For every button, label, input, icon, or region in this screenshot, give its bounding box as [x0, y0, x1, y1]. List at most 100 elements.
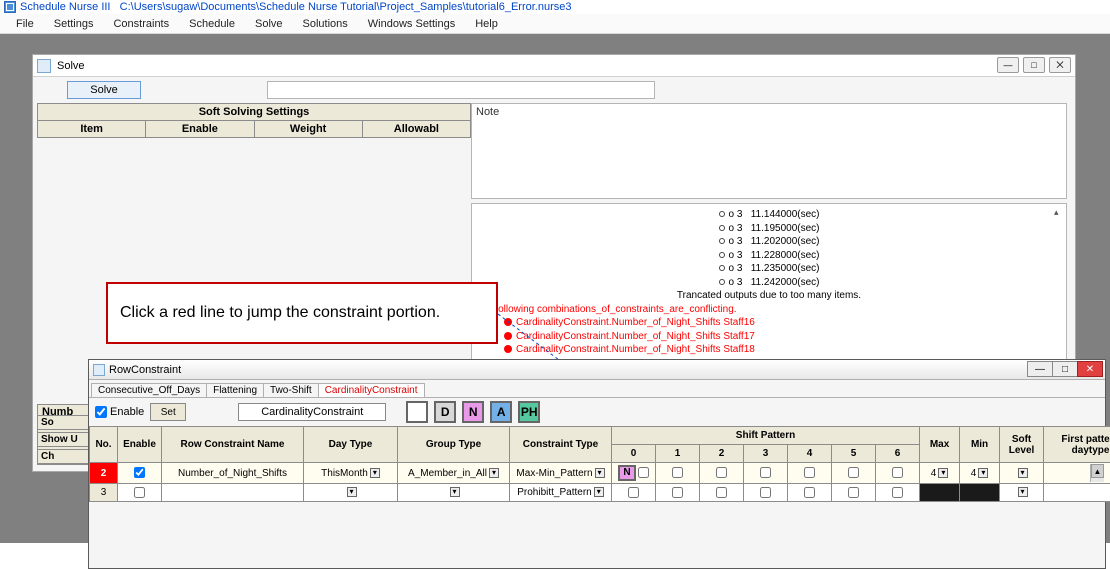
col-enable[interactable]: Enable	[118, 427, 162, 463]
solve-max-button[interactable]: □	[1023, 57, 1045, 73]
col-soft-level[interactable]: Soft Level	[1000, 427, 1044, 463]
col-sp-1[interactable]: 1	[656, 445, 700, 463]
row-sp5[interactable]	[832, 484, 876, 502]
col-min[interactable]: Min	[960, 427, 1000, 463]
menu-solutions[interactable]: Solutions	[293, 16, 358, 32]
tab-flattening[interactable]: Flattening	[206, 383, 264, 397]
row-name[interactable]: Number_of_Night_Shifts	[162, 463, 304, 484]
row-no[interactable]: 3	[90, 484, 118, 502]
row-sp4[interactable]	[788, 463, 832, 484]
menu-schedule[interactable]: Schedule	[179, 16, 245, 32]
soft-solving-settings: Soft Solving Settings Item Enable Weight…	[37, 103, 471, 138]
soft-col-enable[interactable]: Enable	[146, 121, 254, 137]
row-sp1[interactable]	[656, 484, 700, 502]
menu-constraints[interactable]: Constraints	[103, 16, 179, 32]
row-name[interactable]	[162, 484, 304, 502]
rc-min-button[interactable]: —	[1027, 361, 1053, 377]
row-grouptype[interactable]: ▾	[398, 484, 510, 502]
note-textarea[interactable]: Note	[471, 103, 1067, 199]
rc-set-button[interactable]: Set	[150, 403, 186, 421]
row-max[interactable]	[920, 484, 960, 502]
col-sp-3[interactable]: 3	[744, 445, 788, 463]
col-no[interactable]: No.	[90, 427, 118, 463]
grid-scrollbar[interactable]: ▲	[1090, 464, 1104, 482]
col-sp-5[interactable]: 5	[832, 445, 876, 463]
col-max[interactable]: Max	[920, 427, 960, 463]
shift-chip-d[interactable]: D	[434, 401, 456, 423]
rowconstraint-grid: No. Enable Row Constraint Name Day Type …	[89, 426, 1105, 502]
row-max[interactable]: 4▾	[920, 463, 960, 484]
row-daytype[interactable]: ▾	[304, 484, 398, 502]
menu-file[interactable]: File	[6, 16, 44, 32]
col-day-type[interactable]: Day Type	[304, 427, 398, 463]
tab-consecutive-off-days[interactable]: Consecutive_Off_Days	[91, 383, 207, 397]
shift-chip-n[interactable]: N	[462, 401, 484, 423]
row-sp2[interactable]	[700, 463, 744, 484]
conflict-header-line[interactable]: Following combinations_of_constraints_ar…	[480, 303, 1058, 317]
row-sp6[interactable]	[876, 463, 920, 484]
scroll-up-icon[interactable]: ▴	[1054, 206, 1064, 216]
row-daytype[interactable]: ThisMonth▾	[304, 463, 398, 484]
menu-help[interactable]: Help	[465, 16, 508, 32]
rc-enable-checkbox[interactable]: Enable	[95, 406, 144, 418]
row-sp6[interactable]	[876, 484, 920, 502]
soft-col-item[interactable]: Item	[38, 121, 146, 137]
row-sp5[interactable]	[832, 463, 876, 484]
col-sp-4[interactable]: 4	[788, 445, 832, 463]
app-title-path: C:\Users\sugaw\Documents\Schedule Nurse …	[120, 1, 572, 13]
conflict-line[interactable]: CardinalityConstraint.Number_of_Night_Sh…	[480, 316, 1058, 330]
dropdown-icon: ▾	[595, 468, 605, 478]
row-soft[interactable]: ▾	[1000, 463, 1044, 484]
row-soft[interactable]: ▾	[1000, 484, 1044, 502]
row-sp3[interactable]	[744, 463, 788, 484]
solve-min-button[interactable]: —	[997, 57, 1019, 73]
row-grouptype[interactable]: A_Member_in_All▾	[398, 463, 510, 484]
conflict-line[interactable]: CardinalityConstraint.Number_of_Night_Sh…	[480, 330, 1058, 344]
row-constrainttype[interactable]: Max-Min_Pattern▾	[510, 463, 612, 484]
solve-progress	[267, 81, 655, 99]
tab-two-shift[interactable]: Two-Shift	[263, 383, 319, 397]
rc-max-button[interactable]: □	[1052, 361, 1078, 377]
solve-window-titlebar[interactable]: Solve — □ ⨉	[33, 55, 1075, 77]
col-sp-6[interactable]: 6	[876, 445, 920, 463]
row-min[interactable]: 4▾	[960, 463, 1000, 484]
row-sp1[interactable]	[656, 463, 700, 484]
row-sp0[interactable]	[612, 484, 656, 502]
row-no[interactable]: 2	[90, 463, 118, 484]
row-first-pattern[interactable]	[1044, 484, 1110, 502]
col-first-pattern-daytype[interactable]: First pattern daytype	[1044, 427, 1110, 463]
row-constrainttype[interactable]: Prohibitt_Pattern▾	[510, 484, 612, 502]
row-sp0[interactable]: N	[612, 463, 656, 484]
menu-windows-settings[interactable]: Windows Settings	[358, 16, 465, 32]
scroll-up-icon[interactable]: ▲	[1091, 464, 1104, 478]
shift-chip-blank[interactable]	[406, 401, 428, 423]
soft-col-allowable[interactable]: Allowabl	[363, 121, 470, 137]
app-title-prefix: Schedule Nurse III	[20, 1, 111, 13]
row-sp2[interactable]	[700, 484, 744, 502]
soft-col-weight[interactable]: Weight	[255, 121, 363, 137]
row-enable[interactable]	[118, 484, 162, 502]
row-sp4[interactable]	[788, 484, 832, 502]
rc-close-button[interactable]: ✕	[1077, 361, 1103, 377]
dropdown-icon: ▾	[347, 487, 357, 497]
rc-name-field[interactable]	[238, 403, 386, 421]
row-sp3[interactable]	[744, 484, 788, 502]
row-enable[interactable]	[118, 463, 162, 484]
rowconstraint-titlebar[interactable]: RowConstraint — □ ✕	[89, 360, 1105, 380]
col-row-constraint-name[interactable]: Row Constraint Name	[162, 427, 304, 463]
solve-button[interactable]: Solve	[67, 81, 141, 99]
col-sp-2[interactable]: 2	[700, 445, 744, 463]
shift-chip-a[interactable]: A	[490, 401, 512, 423]
col-sp-0[interactable]: 0	[612, 445, 656, 463]
app-icon	[4, 1, 16, 13]
dropdown-icon: ▾	[450, 487, 460, 497]
col-constraint-type[interactable]: Constraint Type	[510, 427, 612, 463]
col-group-type[interactable]: Group Type	[398, 427, 510, 463]
row-min[interactable]	[960, 484, 1000, 502]
tab-cardinality-constraint[interactable]: CardinalityConstraint	[318, 383, 425, 397]
shift-chip-ph[interactable]: PH	[518, 401, 540, 423]
menu-solve[interactable]: Solve	[245, 16, 293, 32]
menu-settings[interactable]: Settings	[44, 16, 104, 32]
solve-close-button[interactable]: ⨉	[1049, 57, 1071, 73]
conflict-line[interactable]: CardinalityConstraint.Number_of_Night_Sh…	[480, 343, 1058, 357]
